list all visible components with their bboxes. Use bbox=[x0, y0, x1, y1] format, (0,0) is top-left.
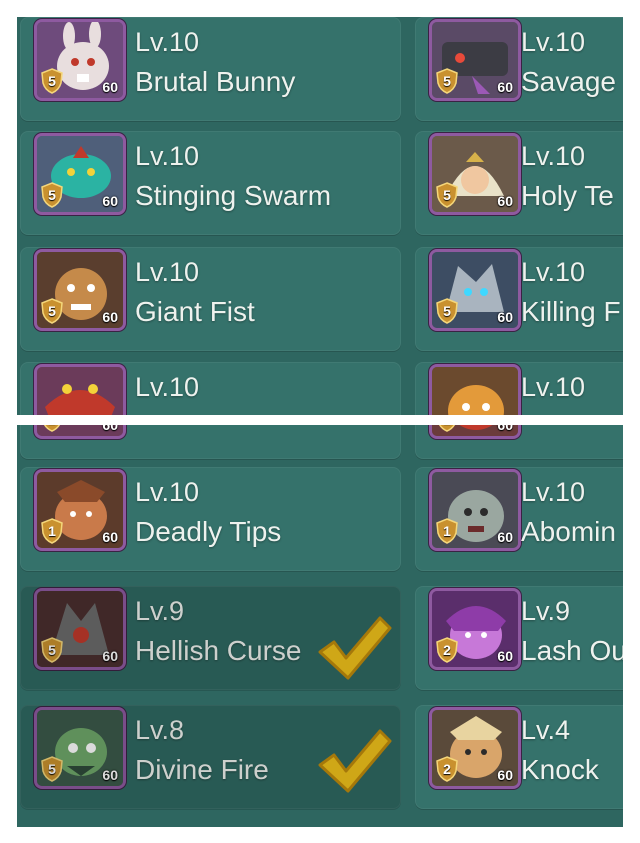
level-cap: 60 bbox=[102, 529, 118, 545]
rank-badge: 5 bbox=[41, 756, 63, 782]
skill-level: Lv.9 bbox=[135, 596, 185, 626]
skill-card-killing[interactable]: 5 60 Lv.10 Killing F bbox=[415, 247, 623, 351]
skill-level: Lv.10 bbox=[135, 477, 200, 507]
skill-name: Killing F bbox=[521, 296, 621, 327]
rank-badge: 5 bbox=[436, 182, 458, 208]
skill-portrait: 1 60 bbox=[432, 425, 518, 436]
skill-level: Lv.8 bbox=[135, 715, 185, 745]
skill-portrait bbox=[432, 367, 518, 415]
rank-badge: 2 bbox=[436, 637, 458, 663]
skill-card-giant-fist[interactable]: 5 60 Lv.10 Giant Fist bbox=[20, 247, 401, 351]
skill-name: Knock bbox=[521, 754, 599, 785]
level-cap: 60 bbox=[102, 648, 118, 664]
level-cap: 60 bbox=[102, 79, 118, 95]
skill-card-hellish-curse[interactable]: 5 60 Lv.9 Hellish Curse bbox=[20, 586, 401, 690]
level-cap: 60 bbox=[497, 648, 513, 664]
skill-card-partial[interactable]: 2 60 bbox=[20, 425, 401, 459]
skill-level: Lv.10 bbox=[521, 477, 586, 507]
skill-card-brutal-bunny[interactable]: 5 60 Lv.10 Brutal Bunny bbox=[20, 17, 401, 121]
skill-portrait bbox=[37, 367, 123, 415]
skill-name: Abomin bbox=[521, 516, 616, 547]
skill-portrait: 5 60 bbox=[37, 136, 123, 212]
rank-badge: 1 bbox=[436, 518, 458, 544]
skill-name: Giant Fist bbox=[135, 296, 255, 327]
skill-card-partial[interactable]: Lv.10 bbox=[20, 362, 401, 415]
bottom-skill-panel: 2 60 1 60 1 60 Lv.10 Deadly Tips 1 60 Lv… bbox=[17, 425, 623, 827]
skill-level: Lv.10 bbox=[135, 141, 200, 171]
skill-card-lash-ou[interactable]: 2 60 Lv.9 Lash Ou bbox=[415, 586, 623, 690]
skill-portrait: 2 60 bbox=[37, 425, 123, 436]
skill-name: Savage bbox=[521, 66, 616, 97]
level-cap: 60 bbox=[497, 79, 513, 95]
skill-card-partial[interactable]: 1 60 bbox=[415, 425, 623, 459]
skill-card-partial[interactable]: Lv.10 bbox=[415, 362, 623, 415]
skill-portrait: 2 60 bbox=[432, 710, 518, 786]
rank-badge: 5 bbox=[436, 68, 458, 94]
skill-name: Deadly Tips bbox=[135, 516, 282, 547]
checkmark-icon bbox=[314, 612, 394, 684]
skill-level: Lv.10 bbox=[521, 372, 586, 402]
skill-card-deadly-tips[interactable]: 1 60 Lv.10 Deadly Tips bbox=[20, 467, 401, 571]
level-cap: 60 bbox=[102, 193, 118, 209]
level-cap: 60 bbox=[497, 193, 513, 209]
skill-portrait: 5 60 bbox=[432, 22, 518, 98]
skill-name: Stinging Swarm bbox=[135, 180, 332, 211]
level-cap: 60 bbox=[102, 767, 118, 783]
level-cap: 60 bbox=[102, 309, 118, 325]
skill-name: Divine Fire bbox=[135, 754, 269, 785]
skill-card-knock[interactable]: 2 60 Lv.4 Knock bbox=[415, 705, 623, 809]
skill-level: Lv.10 bbox=[521, 257, 586, 287]
skill-name: Holy Te bbox=[521, 180, 614, 211]
rank-badge: 1 bbox=[41, 518, 63, 544]
skill-portrait: 5 60 bbox=[432, 136, 518, 212]
skill-portrait: 5 60 bbox=[37, 591, 123, 667]
level-cap: 60 bbox=[497, 309, 513, 325]
skill-portrait: 1 60 bbox=[432, 472, 518, 548]
skill-level: Lv.10 bbox=[521, 27, 586, 57]
rank-badge: 5 bbox=[41, 68, 63, 94]
skill-name: Hellish Curse bbox=[135, 635, 302, 666]
skill-card-stinging-swarm[interactable]: 5 60 Lv.10 Stinging Swarm bbox=[20, 131, 401, 235]
rank-badge: 1 bbox=[436, 425, 458, 432]
skill-portrait: 5 60 bbox=[432, 252, 518, 328]
skill-portrait: 1 60 bbox=[37, 472, 123, 548]
skill-card-savage[interactable]: 5 60 Lv.10 Savage bbox=[415, 17, 623, 121]
skill-level: Lv.9 bbox=[521, 596, 571, 626]
skill-portrait: 5 60 bbox=[37, 252, 123, 328]
skill-portrait: 5 60 bbox=[37, 22, 123, 98]
top-skill-panel: 5 60 Lv.10 Brutal Bunny 5 60 Lv.10 Savag… bbox=[17, 17, 623, 415]
skill-level: Lv.10 bbox=[135, 27, 200, 57]
level-cap: 60 bbox=[497, 529, 513, 545]
skill-level: Lv.10 bbox=[135, 372, 200, 402]
checkmark-icon bbox=[314, 725, 394, 797]
rank-badge: 5 bbox=[41, 298, 63, 324]
skill-portrait: 5 60 bbox=[37, 710, 123, 786]
screenshot-divider bbox=[0, 415, 640, 425]
rank-badge: 5 bbox=[436, 298, 458, 324]
skill-level: Lv.4 bbox=[521, 715, 571, 745]
skill-name: Lash Ou bbox=[521, 635, 623, 666]
level-cap: 60 bbox=[497, 425, 513, 433]
level-cap: 60 bbox=[497, 767, 513, 783]
skill-card-divine-fire[interactable]: 5 60 Lv.8 Divine Fire bbox=[20, 705, 401, 809]
level-cap: 60 bbox=[102, 425, 118, 433]
skill-card-abomin[interactable]: 1 60 Lv.10 Abomin bbox=[415, 467, 623, 571]
skill-portrait: 2 60 bbox=[432, 591, 518, 667]
skill-name: Brutal Bunny bbox=[135, 66, 296, 97]
skill-level: Lv.10 bbox=[135, 257, 200, 287]
skill-level: Lv.10 bbox=[521, 141, 586, 171]
skill-card-holy-te[interactable]: 5 60 Lv.10 Holy Te bbox=[415, 131, 623, 235]
rank-badge: 5 bbox=[41, 637, 63, 663]
rank-badge: 2 bbox=[436, 756, 458, 782]
rank-badge: 2 bbox=[41, 425, 63, 432]
rank-badge: 5 bbox=[41, 182, 63, 208]
